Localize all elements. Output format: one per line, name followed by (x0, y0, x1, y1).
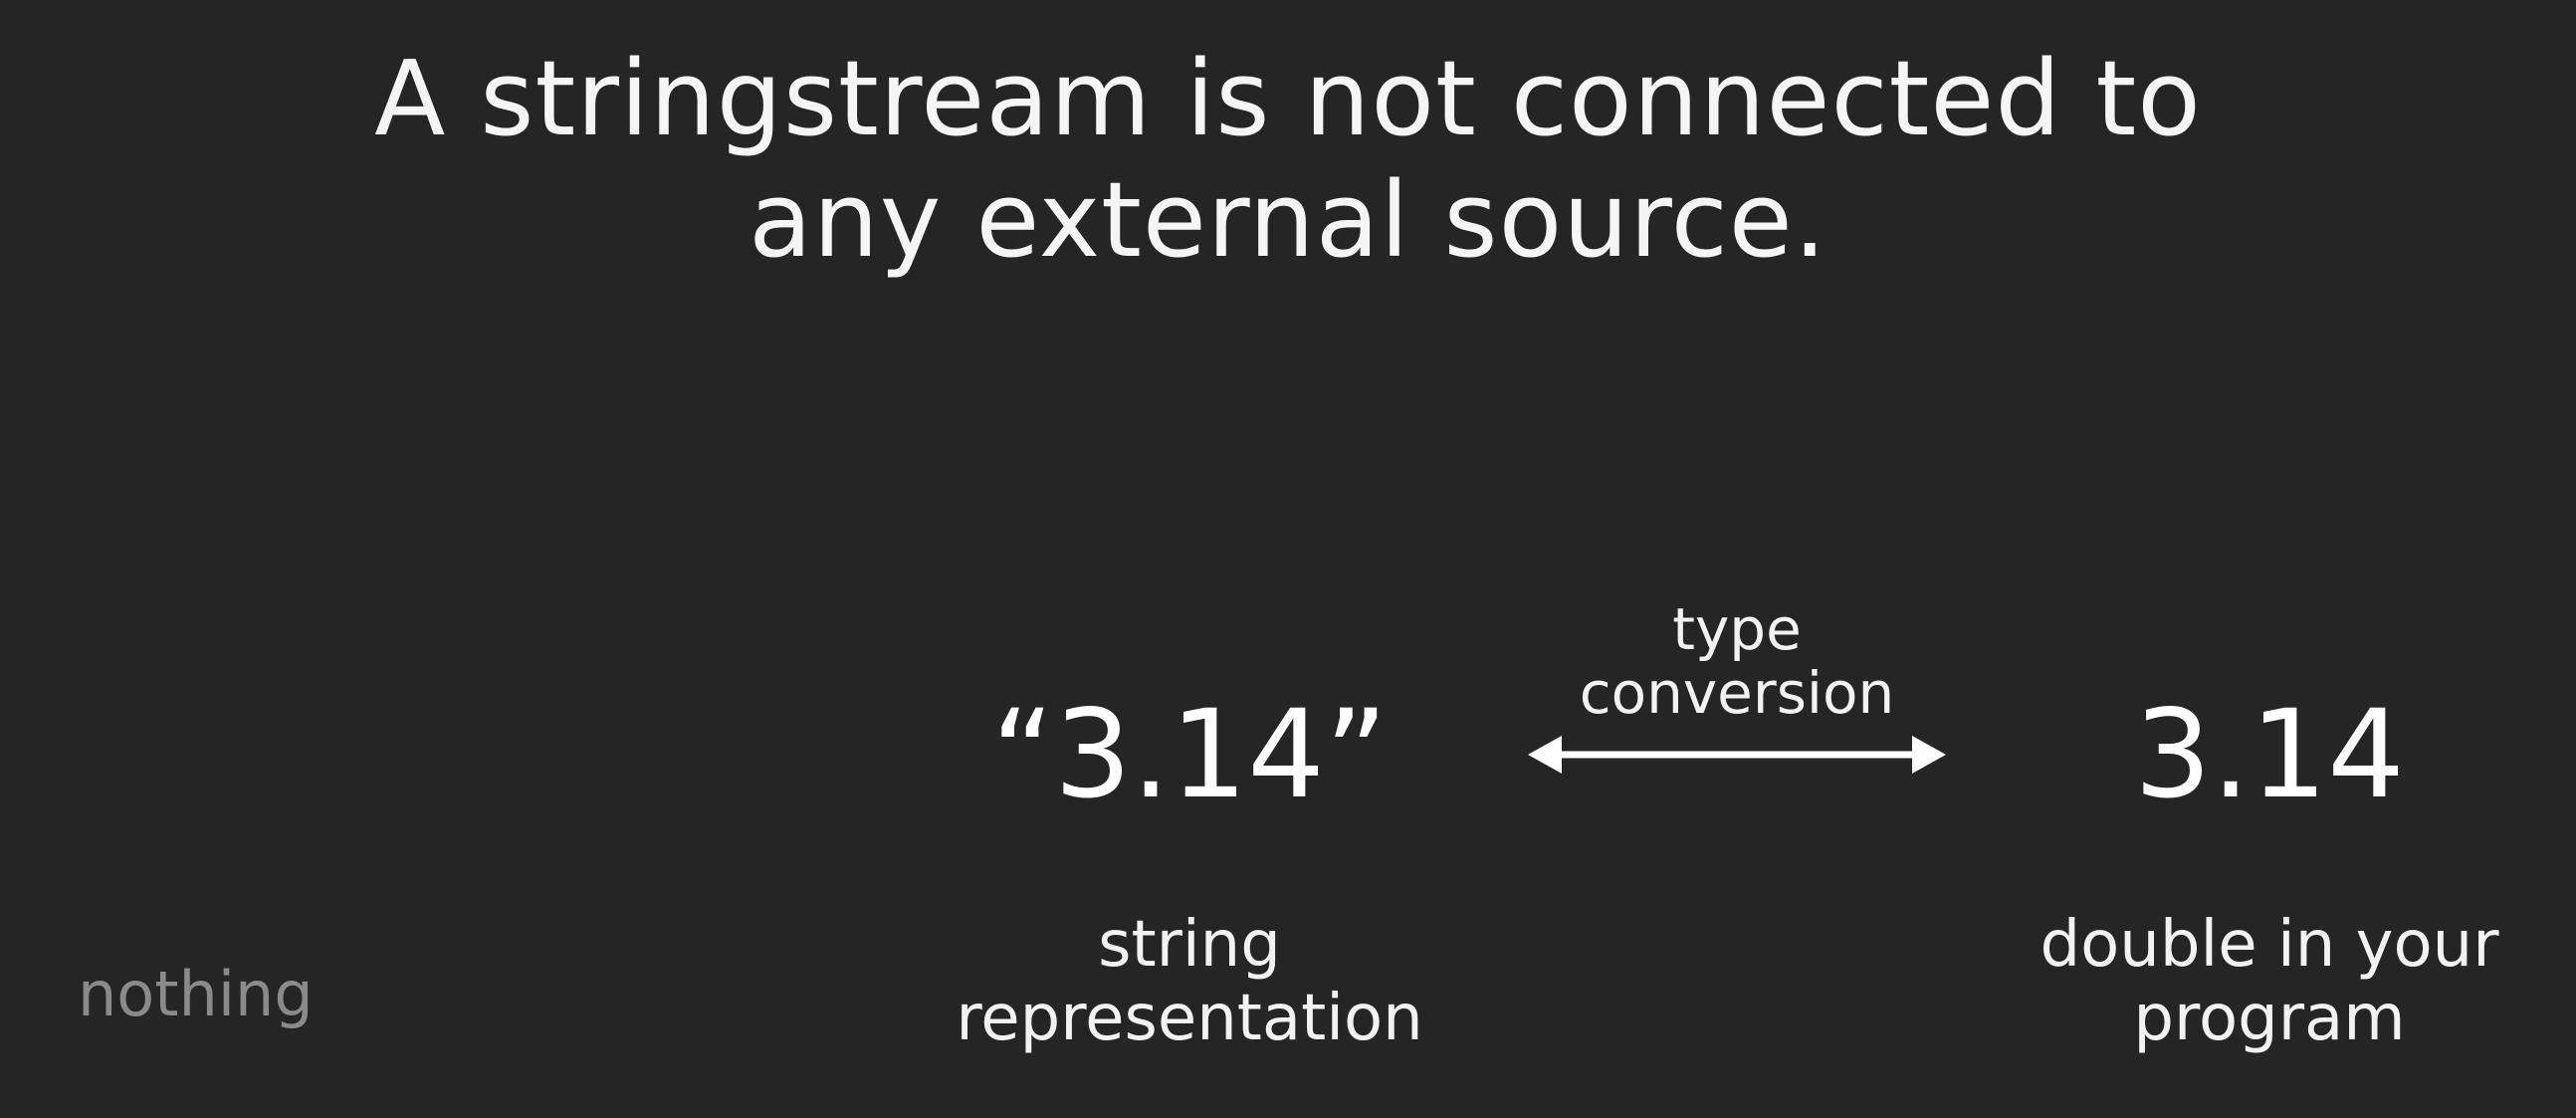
title-line-2: any external source. (749, 159, 1827, 281)
string-caption-line-2: representation (956, 982, 1423, 1055)
double-caption-line-1: double in your (2039, 908, 2499, 982)
string-caption-line-1: string (1098, 908, 1281, 982)
arrow-label-line-2: conversion (1579, 659, 1895, 727)
slide: A stringstream is not connected to any e… (0, 0, 2576, 1118)
arrow-label-line-1: type (1672, 595, 1802, 663)
string-literal-value: “3.14” (990, 684, 1389, 825)
title-line-1: A stringstream is not connected to (374, 38, 2202, 159)
double-caption: double in your program (1986, 908, 2553, 1055)
double-caption-line-2: program (2133, 982, 2406, 1055)
double-value: 3.14 (2134, 684, 2405, 825)
double-headed-arrow-icon (1528, 736, 1946, 774)
slide-title: A stringstream is not connected to any e… (0, 38, 2576, 281)
string-caption: string representation (896, 908, 1483, 1055)
nothing-label: nothing (78, 958, 314, 1030)
type-conversion-label: type conversion (1513, 597, 1961, 725)
